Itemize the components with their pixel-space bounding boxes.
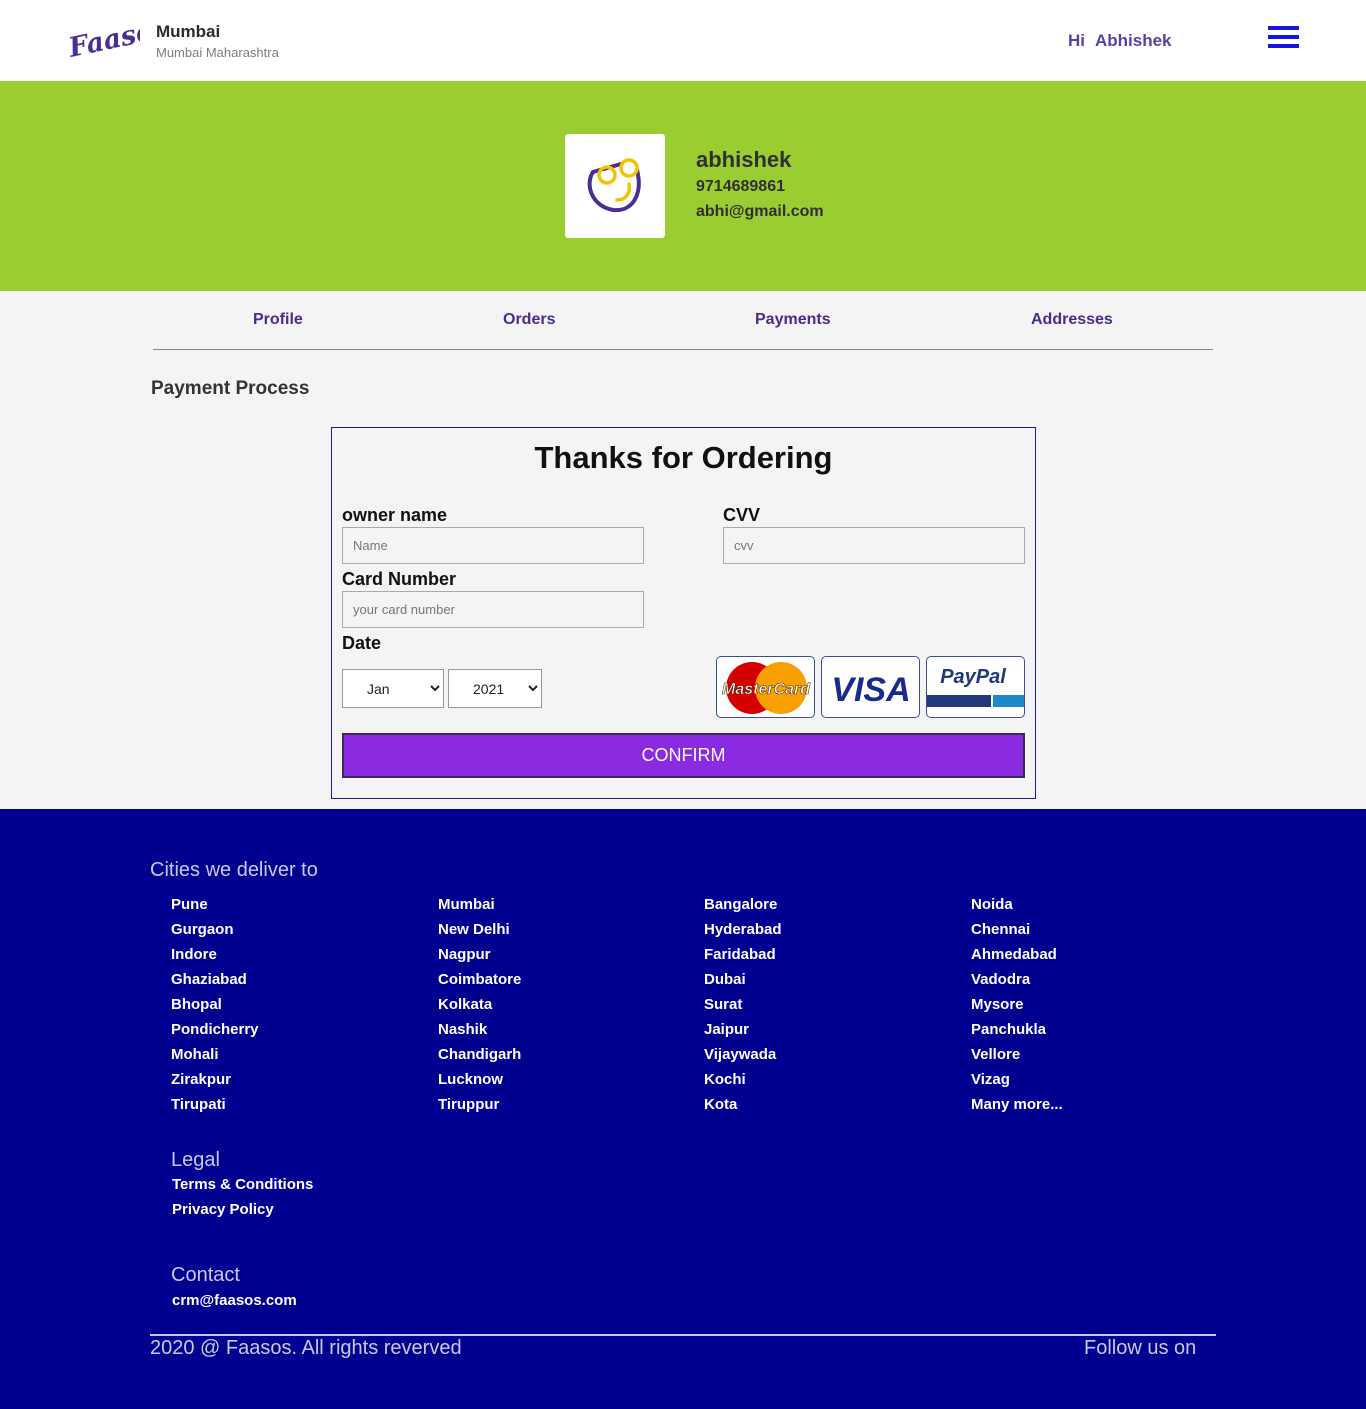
- copyright: 2020 @ Faasos. All rights reverved: [150, 1337, 462, 1359]
- contact-heading: Contact: [171, 1264, 240, 1286]
- card-number-label: Card Number: [342, 569, 457, 589]
- city-link[interactable]: Kochi: [704, 1071, 746, 1088]
- legal-heading: Legal: [171, 1149, 220, 1171]
- avatar: [565, 134, 665, 238]
- footer-divider: [150, 1334, 1216, 1336]
- user-greeting[interactable]: Hi Abhishek: [1068, 31, 1172, 51]
- paypal-text: PayPal: [940, 666, 1006, 688]
- city-link[interactable]: New Delhi: [438, 921, 510, 938]
- confirm-button[interactable]: CONFIRM: [342, 733, 1025, 778]
- profile-email: abhi@gmail.com: [696, 203, 824, 220]
- city-link[interactable]: Hyderabad: [704, 921, 782, 938]
- account-tabs: Profile Orders Payments Addresses: [153, 291, 1213, 350]
- payment-form: Thanks for Ordering owner name CVV Card …: [331, 427, 1036, 799]
- site-footer: Cities we deliver to Pune Gurgaon Indore Gh…: [0, 809, 1366, 1409]
- visa-icon: VISA: [821, 656, 920, 718]
- city-link[interactable]: Vellore: [971, 1046, 1020, 1063]
- city-link[interactable]: Tiruppur: [438, 1096, 499, 1113]
- svg-text:Faasos: Faasos: [66, 14, 140, 64]
- cities-heading: Cities we deliver to: [150, 859, 318, 881]
- visa-text: VISA: [831, 671, 910, 709]
- city-link[interactable]: Ahmedabad: [971, 946, 1057, 963]
- city-link[interactable]: Nashik: [438, 1021, 487, 1038]
- city-link[interactable]: Tirupati: [171, 1096, 226, 1113]
- city-link[interactable]: Pune: [171, 896, 208, 913]
- paypal-icon: PayPal: [926, 656, 1025, 718]
- profile-phone: 9714689861: [696, 178, 785, 195]
- section-title: Payment Process: [151, 378, 310, 399]
- city-link[interactable]: Vizag: [971, 1071, 1010, 1088]
- date-label: Date: [342, 633, 382, 653]
- owner-name-input[interactable]: [342, 527, 644, 564]
- city-link[interactable]: Vadodra: [971, 971, 1030, 988]
- site-header: Faasos Mumbai Mumbai Maharashtra Hi Abhis…: [0, 0, 1366, 81]
- profile-name: abhishek: [696, 147, 792, 172]
- city-link[interactable]: Indore: [171, 946, 217, 963]
- city-link[interactable]: Mohali: [171, 1046, 219, 1063]
- tab-profile[interactable]: Profile: [253, 311, 303, 329]
- city-link[interactable]: Mumbai: [438, 896, 495, 913]
- year-select[interactable]: 2021: [448, 669, 542, 708]
- city-link[interactable]: Many more...: [971, 1096, 1063, 1113]
- month-select[interactable]: Jan: [342, 669, 444, 708]
- follow-us: Follow us on: [1084, 1337, 1197, 1359]
- city-link[interactable]: Dubai: [704, 971, 746, 988]
- profile-banner: abhishek 9714689861 abhi@gmail.com: [0, 81, 1366, 291]
- tab-orders[interactable]: Orders: [503, 311, 555, 329]
- city-link[interactable]: Panchukla: [971, 1021, 1046, 1038]
- tab-payments[interactable]: Payments: [755, 311, 831, 329]
- mastercard-icon: MasterCard: [716, 656, 815, 718]
- smiley-avatar-icon: [587, 158, 641, 213]
- city-link[interactable]: Gurgaon: [171, 921, 234, 938]
- tab-addresses[interactable]: Addresses: [1031, 311, 1113, 329]
- faasos-logo[interactable]: Faasos: [66, 14, 140, 64]
- owner-name-label: owner name: [342, 505, 448, 525]
- city-link[interactable]: Surat: [704, 996, 742, 1013]
- city-link[interactable]: Faridabad: [704, 946, 776, 963]
- city-link[interactable]: Kolkata: [438, 996, 492, 1013]
- privacy-link[interactable]: Privacy Policy: [172, 1201, 274, 1218]
- greeting-text: Hi: [1068, 31, 1085, 50]
- current-city[interactable]: Mumbai: [156, 22, 220, 42]
- city-link[interactable]: Nagpur: [438, 946, 491, 963]
- terms-link[interactable]: Terms & Conditions: [172, 1176, 313, 1193]
- city-link[interactable]: Ghaziabad: [171, 971, 247, 988]
- city-link[interactable]: Bangalore: [704, 896, 777, 913]
- current-state: Mumbai Maharashtra: [156, 45, 279, 60]
- user-name: Abhishek: [1095, 31, 1172, 50]
- cvv-label: CVV: [723, 505, 761, 525]
- mastercard-text: MasterCard: [722, 681, 811, 698]
- city-link[interactable]: Mysore: [971, 996, 1024, 1013]
- city-link[interactable]: Chennai: [971, 921, 1030, 938]
- menu-icon[interactable]: [1268, 26, 1299, 50]
- city-link[interactable]: Jaipur: [704, 1021, 749, 1038]
- city-link[interactable]: Kota: [704, 1096, 737, 1113]
- city-link[interactable]: Lucknow: [438, 1071, 503, 1088]
- payment-title: Thanks for Ordering: [534, 440, 833, 475]
- city-link[interactable]: Chandigarh: [438, 1046, 521, 1063]
- city-link[interactable]: Noida: [971, 896, 1013, 913]
- city-link[interactable]: Coimbatore: [438, 971, 521, 988]
- city-link[interactable]: Pondicherry: [171, 1021, 259, 1038]
- contact-email-link[interactable]: crm@faasos.com: [172, 1292, 297, 1309]
- city-link[interactable]: Bhopal: [171, 996, 222, 1013]
- card-number-input[interactable]: [342, 591, 644, 628]
- cvv-input[interactable]: [723, 527, 1025, 564]
- city-link[interactable]: Vijaywada: [704, 1046, 776, 1063]
- city-link[interactable]: Zirakpur: [171, 1071, 231, 1088]
